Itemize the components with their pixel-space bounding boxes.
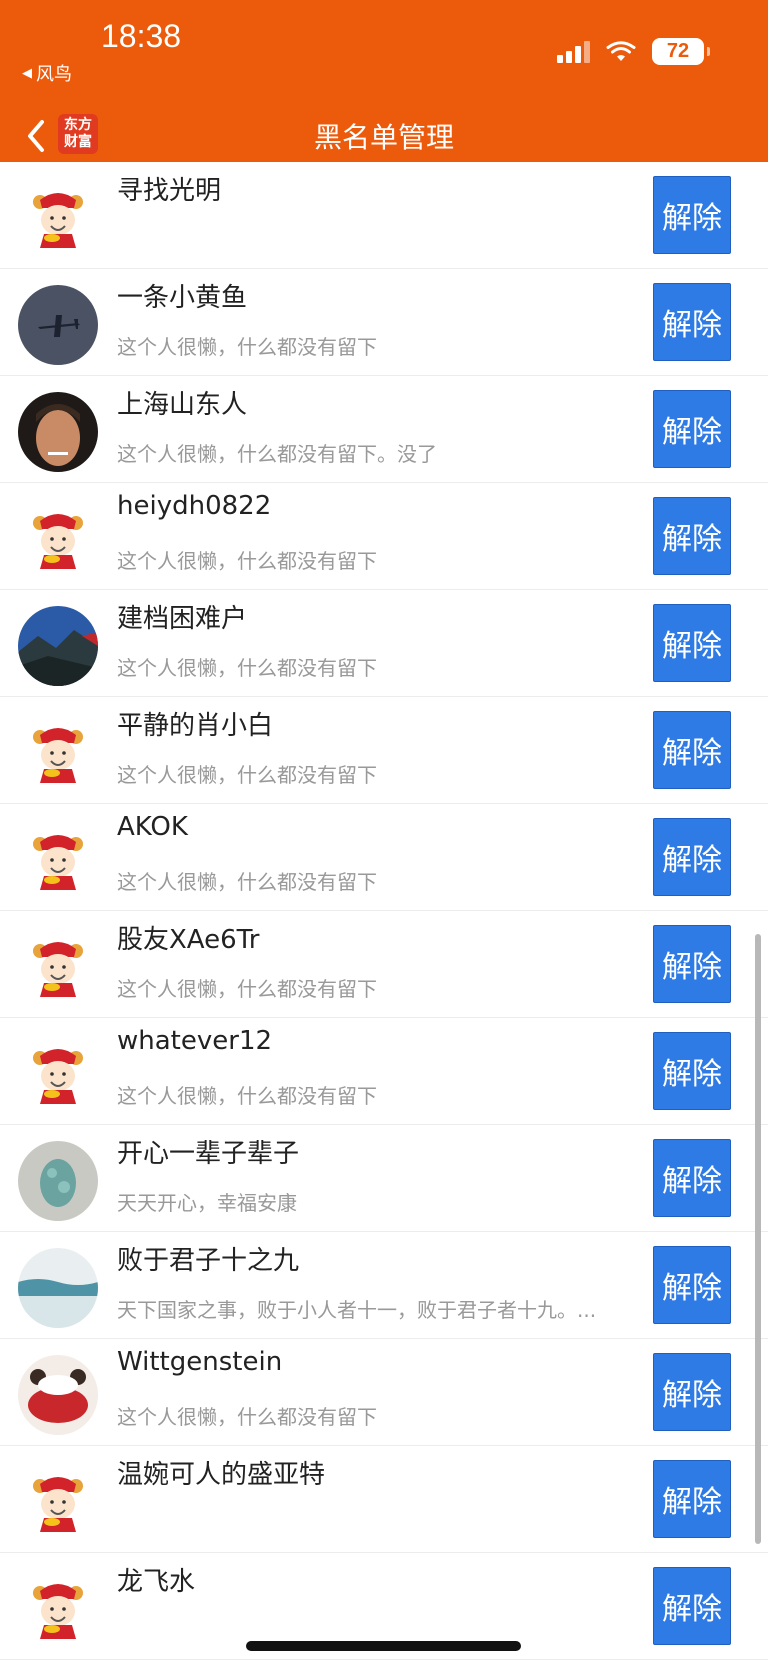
- landscape-avatar[interactable]: [18, 606, 98, 686]
- status-icons: 72: [557, 38, 710, 65]
- user-signature: 这个人很懒，什么都没有留下: [117, 763, 377, 787]
- top-bar: 18:38 ◀ 风鸟 72 东方 财富 黑名单管理: [0, 0, 768, 174]
- unblock-button[interactable]: 解除: [653, 604, 731, 682]
- mascot-avatar[interactable]: [18, 713, 98, 793]
- list-item: whatever12 这个人很懒，什么都没有留下 解除: [0, 1018, 768, 1125]
- scrollbar[interactable]: [755, 934, 761, 1544]
- battery-indicator: 72: [652, 38, 710, 65]
- unblock-button[interactable]: 解除: [653, 176, 731, 254]
- mascot-avatar[interactable]: [18, 820, 98, 900]
- airplane-avatar[interactable]: [18, 285, 98, 365]
- jade-avatar[interactable]: [18, 1141, 98, 1221]
- list-item: 平静的肖小白 这个人很懒，什么都没有留下 解除: [0, 697, 768, 804]
- page-title: 黑名单管理: [313, 121, 454, 154]
- user-name[interactable]: 上海山东人: [117, 384, 247, 421]
- user-signature: 这个人很懒，什么都没有留下: [117, 1084, 377, 1108]
- mascot-avatar[interactable]: [18, 1462, 98, 1542]
- user-signature: 这个人很懒，什么都没有留下: [117, 335, 377, 359]
- unblock-button[interactable]: 解除: [653, 711, 731, 789]
- user-signature: 这个人很懒，什么都没有留下: [117, 549, 377, 573]
- user-name[interactable]: AKOK: [117, 812, 188, 842]
- unblock-button[interactable]: 解除: [653, 390, 731, 468]
- unblock-button[interactable]: 解除: [653, 283, 731, 361]
- water-avatar[interactable]: [18, 1248, 98, 1328]
- user-signature: 这个人很懒，什么都没有留下。没了: [117, 442, 437, 466]
- user-name[interactable]: 败于君子十之九: [117, 1240, 299, 1277]
- back-triangle-icon: ◀: [22, 65, 32, 81]
- list-item: 败于君子十之九 天下国家之事，败于小人者十一，败于君子者十九。... 解除: [0, 1232, 768, 1339]
- list-item: Wittgenstein 这个人很懒，什么都没有留下 解除: [0, 1339, 768, 1446]
- unblock-button[interactable]: 解除: [653, 1353, 731, 1431]
- list-item: 寻找光明 解除: [0, 162, 768, 269]
- wifi-icon: [606, 40, 636, 61]
- user-name[interactable]: heiydh0822: [117, 491, 271, 521]
- unblock-button[interactable]: 解除: [653, 1139, 731, 1217]
- user-name[interactable]: 寻找光明: [117, 170, 221, 207]
- cartoon-avatar[interactable]: [18, 1355, 98, 1435]
- cellular-signal-icon: [557, 40, 590, 63]
- user-name[interactable]: Wittgenstein: [117, 1347, 282, 1377]
- user-name[interactable]: 建档困难户: [117, 598, 247, 635]
- unblock-button[interactable]: 解除: [653, 925, 731, 1003]
- back-to-app-link[interactable]: ◀ 风鸟: [22, 60, 72, 86]
- user-signature: 天天开心，幸福安康: [117, 1191, 297, 1215]
- user-signature: 天下国家之事，败于小人者十一，败于君子者十九。...: [117, 1298, 597, 1322]
- status-time: 18:38: [101, 18, 182, 54]
- home-indicator[interactable]: [246, 1641, 521, 1651]
- user-name[interactable]: whatever12: [117, 1026, 272, 1056]
- face-avatar[interactable]: [18, 392, 98, 472]
- list-item: 一条小黄鱼 这个人很懒，什么都没有留下 解除: [0, 269, 768, 376]
- unblock-button[interactable]: 解除: [653, 1567, 731, 1645]
- mascot-avatar[interactable]: [18, 499, 98, 579]
- user-name[interactable]: 股友XAe6Tr: [117, 919, 259, 956]
- list-item: heiydh0822 这个人很懒，什么都没有留下 解除: [0, 483, 768, 590]
- user-name[interactable]: 温婉可人的盛亚特: [117, 1454, 325, 1491]
- back-app-label: 风鸟: [36, 64, 72, 85]
- user-signature: 这个人很懒，什么都没有留下: [117, 977, 377, 1001]
- mascot-avatar[interactable]: [18, 178, 98, 258]
- mascot-avatar[interactable]: [18, 1569, 98, 1649]
- list-item: 股友XAe6Tr 这个人很懒，什么都没有留下 解除: [0, 911, 768, 1018]
- user-signature: 这个人很懒，什么都没有留下: [117, 1405, 377, 1429]
- list-item: 建档困难户 这个人很懒，什么都没有留下 解除: [0, 590, 768, 697]
- list-item: 温婉可人的盛亚特 解除: [0, 1446, 768, 1553]
- user-name[interactable]: 龙飞水: [117, 1561, 195, 1598]
- mascot-avatar[interactable]: [18, 927, 98, 1007]
- unblock-button[interactable]: 解除: [653, 1460, 731, 1538]
- unblock-button[interactable]: 解除: [653, 497, 731, 575]
- user-name[interactable]: 一条小黄鱼: [117, 277, 247, 314]
- user-signature: 这个人很懒，什么都没有留下: [117, 870, 377, 894]
- list-item: 开心一辈子辈子 天天开心，幸福安康 解除: [0, 1125, 768, 1232]
- unblock-button[interactable]: 解除: [653, 818, 731, 896]
- user-name[interactable]: 开心一辈子辈子: [117, 1133, 299, 1170]
- unblock-button[interactable]: 解除: [653, 1246, 731, 1324]
- list-item: 上海山东人 这个人很懒，什么都没有留下。没了 解除: [0, 376, 768, 483]
- unblock-button[interactable]: 解除: [653, 1032, 731, 1110]
- list-item: AKOK 这个人很懒，什么都没有留下 解除: [0, 804, 768, 911]
- mascot-avatar[interactable]: [18, 1034, 98, 1114]
- user-name[interactable]: 平静的肖小白: [117, 705, 273, 742]
- user-signature: 这个人很懒，什么都没有留下: [117, 656, 377, 680]
